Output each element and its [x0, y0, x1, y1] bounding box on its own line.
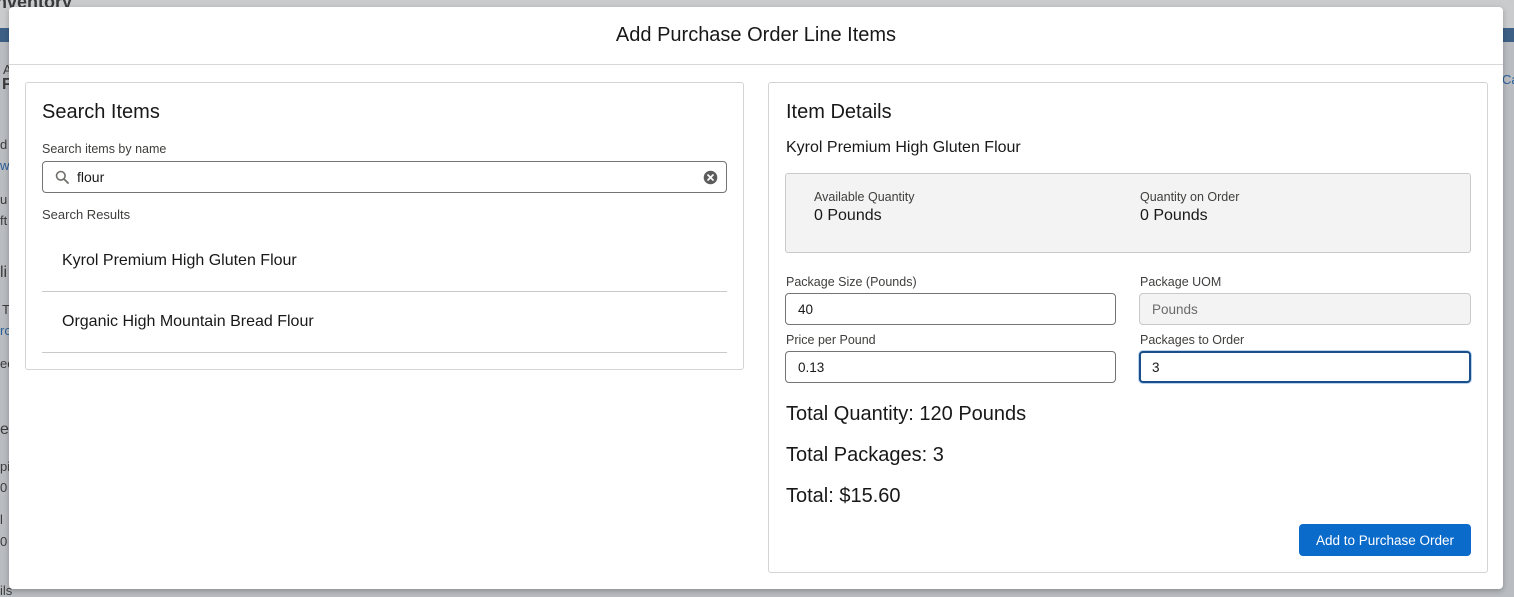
search-input-label: Search items by name	[42, 142, 167, 156]
background-text: 0	[0, 480, 8, 495]
package-size-label: Package Size (Pounds)	[786, 275, 917, 289]
search-result-name: Organic High Mountain Bread Flour	[62, 313, 314, 330]
modal-title: Add Purchase Order Line Items	[615, 24, 897, 46]
item-details-panel: Item Details Kyrol Premium High Gluten F…	[768, 82, 1488, 573]
package-size-input[interactable]	[785, 293, 1116, 325]
price-per-pound-label: Price per Pound	[786, 333, 876, 347]
search-input[interactable]	[77, 163, 703, 191]
packages-to-order-label: Packages to Order	[1140, 333, 1245, 347]
search-result-name: Kyrol Premium High Gluten Flour	[62, 252, 297, 269]
add-line-items-modal: Add Purchase Order Line Items Search Ite…	[9, 7, 1503, 589]
background-text: w	[0, 158, 10, 173]
quantity-on-order-value: 0 Pounds	[1140, 207, 1208, 224]
search-items-heading: Search Items	[42, 101, 160, 123]
search-box[interactable]	[42, 161, 727, 193]
packages-to-order-input[interactable]	[1139, 351, 1471, 383]
background-text: u	[0, 192, 8, 207]
search-result-item[interactable]: Kyrol Premium High Gluten Flour	[42, 231, 727, 292]
item-details-heading: Item Details	[786, 101, 892, 123]
modal-header: Add Purchase Order Line Items	[9, 7, 1503, 65]
add-to-purchase-order-button[interactable]: Add to Purchase Order	[1299, 524, 1471, 556]
search-icon	[55, 170, 69, 184]
available-quantity-label: Available Quantity	[814, 190, 915, 204]
total-price-text: Total: $15.60	[786, 485, 901, 507]
quantity-on-order-label: Quantity on Order	[1140, 190, 1240, 204]
quantity-summary-box: Available Quantity 0 Pounds Quantity on …	[785, 173, 1471, 253]
search-items-panel: Search Items Search items by name Search…	[25, 82, 744, 370]
package-uom-input	[1139, 293, 1471, 325]
background-text: l	[0, 512, 3, 527]
search-results-list: Kyrol Premium High Gluten Flour Organic …	[42, 231, 727, 353]
total-quantity-text: Total Quantity: 120 Pounds	[786, 403, 1027, 425]
price-per-pound-input[interactable]	[785, 351, 1116, 383]
background-text: 0	[0, 534, 8, 549]
package-uom-label: Package UOM	[1140, 275, 1222, 289]
background-text: Ca	[1502, 72, 1514, 87]
background-text: ft	[0, 213, 8, 228]
background-text: li	[0, 264, 8, 281]
search-result-item[interactable]: Organic High Mountain Bread Flour	[42, 292, 727, 353]
available-quantity-value: 0 Pounds	[814, 207, 882, 224]
selected-item-name: Kyrol Premium High Gluten Flour	[786, 139, 1021, 156]
background-text: d	[0, 137, 8, 152]
search-results-label: Search Results	[42, 207, 131, 222]
clear-search-icon[interactable]	[703, 170, 718, 185]
total-packages-text: Total Packages: 3	[786, 444, 944, 466]
